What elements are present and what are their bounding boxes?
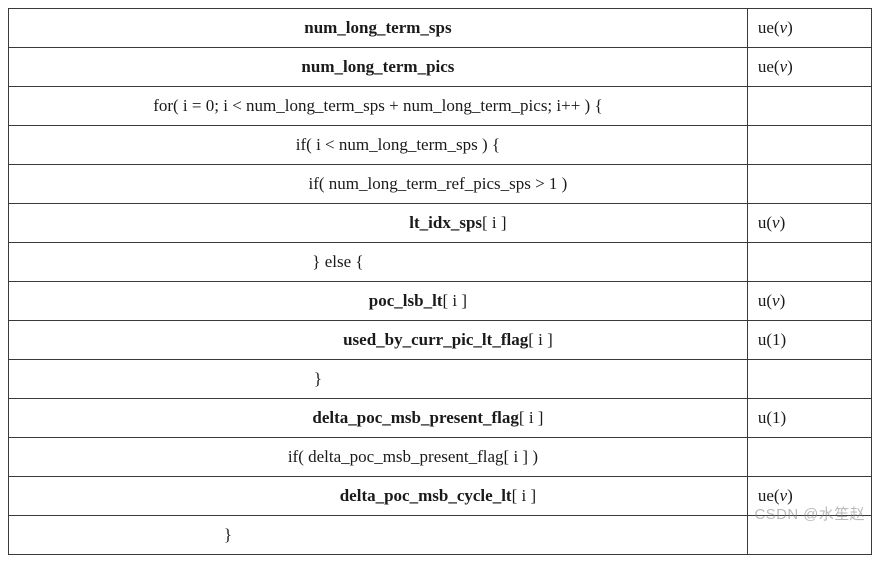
syntax-text: [ i ] [512, 486, 537, 505]
syntax-cell: delta_poc_msb_cycle_lt[ i ] [9, 477, 748, 516]
syntax-element-name: num_long_term_sps [304, 18, 451, 37]
table-row: if( num_long_term_ref_pics_sps > 1 ) [9, 165, 872, 204]
table-row: delta_poc_msb_cycle_lt[ i ]ue(v) [9, 477, 872, 516]
syntax-element-name: poc_lsb_lt [369, 291, 443, 310]
descriptor-italic: v [780, 57, 788, 76]
descriptor-text: u(1) [758, 330, 786, 349]
descriptor-cell: u(1) [747, 321, 871, 360]
table-row: } [9, 516, 872, 555]
descriptor-text: ue( [758, 18, 780, 37]
syntax-cell: if( delta_poc_msb_present_flag[ i ] ) [9, 438, 748, 477]
descriptor-italic: v [772, 291, 780, 310]
syntax-cell: delta_poc_msb_present_flag[ i ] [9, 399, 748, 438]
syntax-cell: used_by_curr_pic_lt_flag[ i ] [9, 321, 748, 360]
syntax-text: } [224, 525, 232, 544]
syntax-text: [ i ] [482, 213, 507, 232]
table-row: if( i < num_long_term_sps ) { [9, 126, 872, 165]
syntax-text: [ i ] [528, 330, 553, 349]
descriptor-tail: ) [780, 291, 786, 310]
table-row: lt_idx_sps[ i ]u(v) [9, 204, 872, 243]
descriptor-cell: ue(v) [747, 48, 871, 87]
descriptor-italic: v [772, 213, 780, 232]
descriptor-italic: v [780, 486, 788, 505]
descriptor-text: u( [758, 291, 772, 310]
syntax-cell: poc_lsb_lt[ i ] [9, 282, 748, 321]
syntax-cell: for( i = 0; i < num_long_term_sps + num_… [9, 87, 748, 126]
descriptor-tail: ) [787, 486, 793, 505]
syntax-cell: if( i < num_long_term_sps ) { [9, 126, 748, 165]
descriptor-text: u(1) [758, 408, 786, 427]
table-row: poc_lsb_lt[ i ]u(v) [9, 282, 872, 321]
syntax-text: if( i < num_long_term_sps ) { [296, 135, 500, 154]
table-row: } else { [9, 243, 872, 282]
syntax-text: } [314, 369, 322, 388]
syntax-element-name: delta_poc_msb_present_flag [312, 408, 519, 427]
syntax-cell: if( num_long_term_ref_pics_sps > 1 ) [9, 165, 748, 204]
descriptor-cell [747, 438, 871, 477]
syntax-text: [ i ] [519, 408, 544, 427]
table-row: num_long_term_sps ue(v) [9, 9, 872, 48]
syntax-element-name: delta_poc_msb_cycle_lt [340, 486, 512, 505]
syntax-cell: } [9, 516, 748, 555]
table-row: num_long_term_pics ue(v) [9, 48, 872, 87]
descriptor-cell: u(v) [747, 204, 871, 243]
descriptor-tail: ) [787, 18, 793, 37]
descriptor-cell [747, 243, 871, 282]
descriptor-cell [747, 360, 871, 399]
descriptor-cell [747, 165, 871, 204]
descriptor-tail: ) [787, 57, 793, 76]
descriptor-text: ue( [758, 486, 780, 505]
syntax-cell: } else { [9, 243, 748, 282]
syntax-cell: num_long_term_pics [9, 48, 748, 87]
syntax-text: [ i ] [442, 291, 467, 310]
syntax-cell: lt_idx_sps[ i ] [9, 204, 748, 243]
syntax-table: num_long_term_spsue(v)num_long_term_pics… [8, 8, 872, 555]
syntax-text: } else { [312, 252, 363, 271]
descriptor-italic: v [780, 18, 788, 37]
descriptor-text: u( [758, 213, 772, 232]
descriptor-cell: ue(v) [747, 477, 871, 516]
descriptor-cell: u(v) [747, 282, 871, 321]
table-row: delta_poc_msb_present_flag[ i ] u(1) [9, 399, 872, 438]
table-row: for( i = 0; i < num_long_term_sps + num_… [9, 87, 872, 126]
descriptor-cell: u(1) [747, 399, 871, 438]
syntax-cell: num_long_term_sps [9, 9, 748, 48]
syntax-text: for( i = 0; i < num_long_term_sps + num_… [153, 96, 602, 115]
descriptor-text: ue( [758, 57, 780, 76]
syntax-element-name: used_by_curr_pic_lt_flag [343, 330, 528, 349]
syntax-element-name: num_long_term_pics [301, 57, 454, 76]
table-row: if( delta_poc_msb_present_flag[ i ] ) [9, 438, 872, 477]
descriptor-cell: ue(v) [747, 9, 871, 48]
syntax-cell: } [9, 360, 748, 399]
table-row: } [9, 360, 872, 399]
syntax-element-name: lt_idx_sps [409, 213, 482, 232]
descriptor-cell [747, 516, 871, 555]
syntax-text: if( delta_poc_msb_present_flag[ i ] ) [288, 447, 538, 466]
descriptor-tail: ) [780, 213, 786, 232]
descriptor-cell [747, 126, 871, 165]
syntax-text: if( num_long_term_ref_pics_sps > 1 ) [308, 174, 567, 193]
descriptor-cell [747, 87, 871, 126]
table-row: used_by_curr_pic_lt_flag[ i ] u(1) [9, 321, 872, 360]
